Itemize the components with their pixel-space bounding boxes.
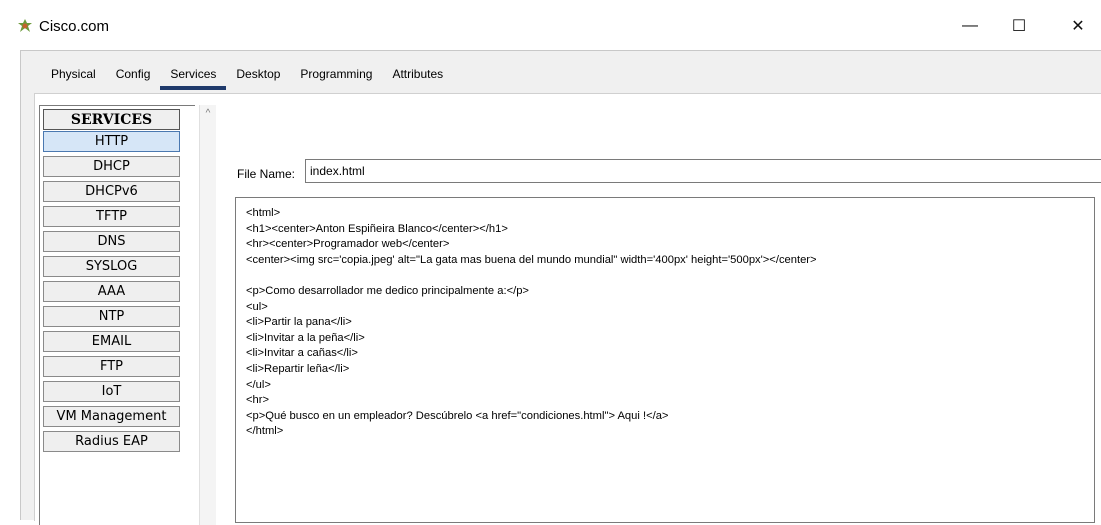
scroll-up-icon[interactable]: ^ xyxy=(200,107,216,121)
services-list: SERVICES HTTP DHCP DHCPv6 TFTP DNS SYSLO… xyxy=(39,105,195,525)
tab-attributes[interactable]: Attributes xyxy=(382,60,453,88)
service-email[interactable]: EMAIL xyxy=(43,331,180,352)
code-line: <li>Repartir leña</li> xyxy=(246,362,350,375)
code-line: <li>Invitar a la peña</li> xyxy=(246,331,365,344)
code-line: <li>Invitar a cañas</li> xyxy=(246,347,358,360)
service-http[interactable]: HTTP xyxy=(43,131,180,152)
code-line: <ul> xyxy=(246,300,268,313)
service-vm-management[interactable]: VM Management xyxy=(43,406,180,427)
code-line: </html> xyxy=(246,425,284,438)
html-editor[interactable]: <html> <h1><center>Anton Espiñeira Blanc… xyxy=(235,197,1095,523)
maximize-button[interactable]: ☐ xyxy=(996,10,1042,42)
code-line: <p>Como desarrollador me dedico principa… xyxy=(246,284,529,297)
code-line: <center><img src='copia.jpeg' alt="La ga… xyxy=(246,253,817,266)
minimize-button[interactable]: — xyxy=(947,10,993,42)
file-name-input[interactable] xyxy=(305,159,1101,183)
service-aaa[interactable]: AAA xyxy=(43,281,180,302)
code-line: <hr><center>Programador web</center> xyxy=(246,238,450,251)
tab-desktop[interactable]: Desktop xyxy=(226,60,290,88)
cisco-app-icon xyxy=(18,19,32,32)
close-button[interactable]: ✕ xyxy=(1055,10,1101,42)
service-ntp[interactable]: NTP xyxy=(43,306,180,327)
tab-config[interactable]: Config xyxy=(106,60,161,88)
service-ftp[interactable]: FTP xyxy=(43,356,180,377)
code-line: <li>Partir la pana</li> xyxy=(246,316,352,329)
code-line: <hr> xyxy=(246,394,270,407)
service-syslog[interactable]: SYSLOG xyxy=(43,256,180,277)
code-line: <p>Qué busco en un empleador? Descúbrelo… xyxy=(246,409,669,422)
services-content: SERVICES HTTP DHCP DHCPv6 TFTP DNS SYSLO… xyxy=(34,93,1101,525)
code-line: <h1><center>Anton Espiñeira Blanco</cent… xyxy=(246,222,508,235)
services-scrollbar[interactable]: ^ xyxy=(199,105,216,525)
service-iot[interactable]: IoT xyxy=(43,381,180,402)
service-radius-eap[interactable]: Radius EAP xyxy=(43,431,180,452)
service-dns[interactable]: DNS xyxy=(43,231,180,252)
device-config-window: Physical Config Services Desktop Program… xyxy=(20,50,1101,525)
file-name-label: File Name: xyxy=(237,167,296,181)
service-tftp[interactable]: TFTP xyxy=(43,206,180,227)
service-dhcpv6[interactable]: DHCPv6 xyxy=(43,181,180,202)
window-title: Cisco.com xyxy=(39,18,110,35)
tab-programming[interactable]: Programming xyxy=(290,60,382,88)
title-bar: Cisco.com — ☐ ✕ xyxy=(0,0,1101,48)
services-header: SERVICES xyxy=(43,109,180,130)
code-line: </ul> xyxy=(246,378,271,391)
service-dhcp[interactable]: DHCP xyxy=(43,156,180,177)
tab-services[interactable]: Services xyxy=(160,60,227,90)
tab-physical[interactable]: Physical xyxy=(41,60,106,88)
tab-bar: Physical Config Services Desktop Program… xyxy=(41,60,453,90)
code-line: <html> xyxy=(246,207,281,219)
